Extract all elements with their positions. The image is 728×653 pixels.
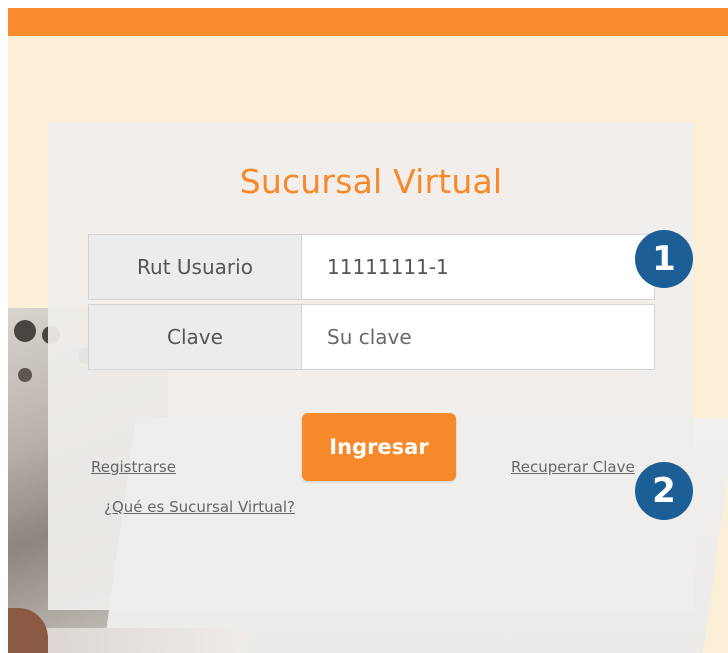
login-button[interactable]: Ingresar	[302, 413, 456, 481]
recover-password-link[interactable]: Recuperar Clave	[511, 458, 635, 476]
rut-label: Rut Usuario	[88, 234, 302, 300]
clave-label: Clave	[88, 304, 302, 370]
clave-field-row: Clave	[88, 304, 655, 370]
password-input[interactable]	[302, 304, 655, 370]
about-link[interactable]: ¿Qué es Sucursal Virtual?	[104, 498, 295, 516]
step-1-badge: 1	[635, 230, 693, 288]
step-2-badge: 2	[635, 462, 693, 520]
rut-input[interactable]	[302, 234, 655, 300]
photo-pattern-dot	[18, 368, 32, 382]
rut-field-row: Rut Usuario	[88, 234, 655, 300]
register-link[interactable]: Registrarse	[91, 458, 176, 476]
login-title: Sucursal Virtual	[239, 162, 503, 201]
login-panel: Sucursal Virtual Rut Usuario Clave Ingre…	[48, 122, 694, 610]
photo-pattern-dot	[14, 320, 36, 342]
header-bar	[8, 8, 728, 36]
page-background: Sucursal Virtual Rut Usuario Clave Ingre…	[8, 8, 728, 653]
